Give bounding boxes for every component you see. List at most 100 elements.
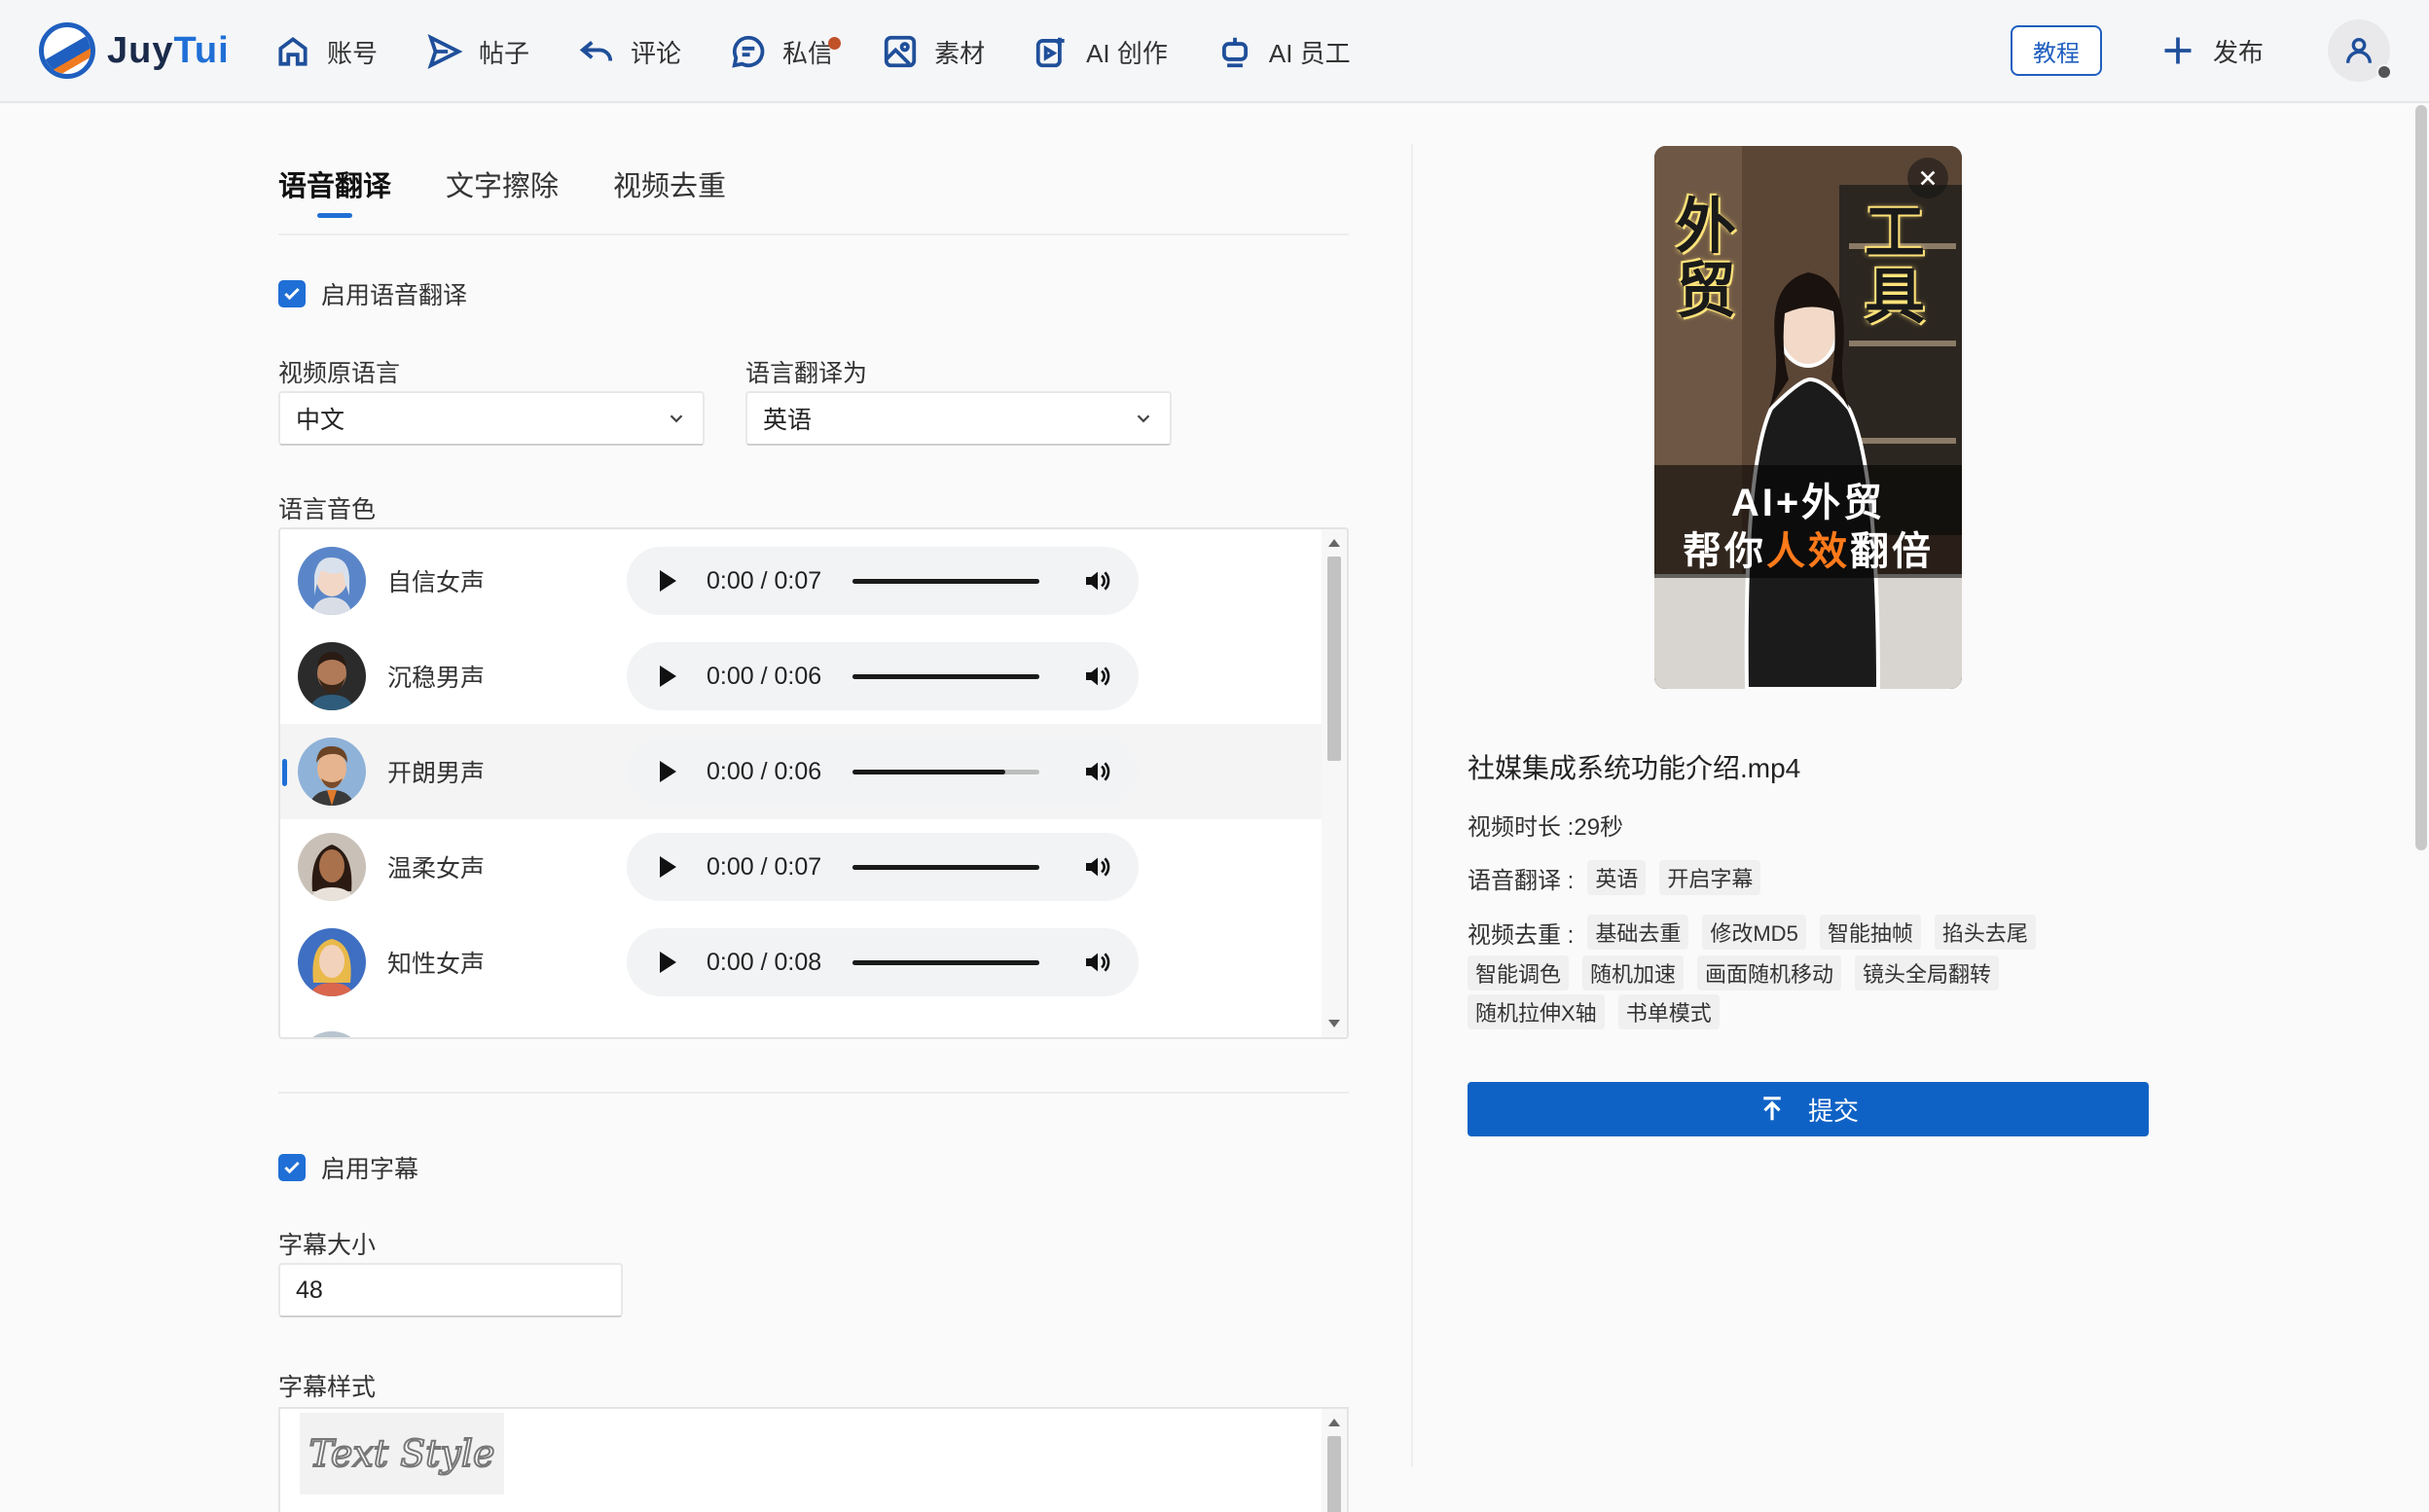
voice-avatar	[298, 642, 366, 710]
audio-progress-slider[interactable]	[852, 769, 1039, 774]
audio-player[interactable]: 0:00 / 0:07	[627, 833, 1139, 901]
user-avatar-button[interactable]	[2328, 19, 2392, 82]
audio-time: 0:00 / 0:07	[707, 852, 822, 881]
audio-progress-slider[interactable]	[852, 578, 1039, 584]
enable-translation-checkbox[interactable]	[278, 280, 306, 307]
scroll-up-arrow-icon[interactable]	[1328, 1419, 1340, 1426]
voice-item-confident-female[interactable]: 自信女声 0:00 / 0:07	[280, 533, 1322, 629]
dedup-summary-row2: 智能调色 随机加速 画面随机移动 镜头全局翻转	[1468, 955, 2012, 990]
audio-progress-slider[interactable]	[852, 959, 1039, 965]
volume-icon[interactable]	[1082, 947, 1113, 978]
audio-player[interactable]: 0:00 / 0:08	[627, 928, 1139, 996]
play-icon[interactable]	[660, 570, 676, 592]
audio-progress-slider[interactable]	[852, 673, 1039, 679]
voice-avatar	[298, 738, 366, 806]
audio-progress-slider[interactable]	[852, 864, 1039, 870]
volume-icon[interactable]	[1082, 661, 1113, 692]
subtitle-style-label: 字幕样式	[278, 1374, 377, 1401]
play-icon[interactable]	[660, 666, 676, 687]
subtitle-style-list: Text Style	[278, 1407, 1349, 1512]
enable-subtitle-row[interactable]: 启用字幕	[278, 1150, 418, 1185]
voice-list-scroll-thumb[interactable]	[1327, 557, 1341, 761]
nav-item-comments[interactable]: 评论	[578, 33, 681, 70]
source-language-label: 视频原语言	[278, 360, 401, 387]
close-preview-button[interactable]	[1907, 158, 1948, 198]
voice-item-partial[interactable]	[280, 1010, 1322, 1037]
tab-video-dedup[interactable]: 视频去重	[613, 163, 726, 224]
page-scrollbar-thumb[interactable]	[2415, 105, 2427, 850]
tabs-divider	[278, 234, 1349, 235]
voice-avatar	[298, 547, 366, 615]
voice-name: 沉稳男声	[387, 665, 486, 692]
tab-text-erase[interactable]: 文字擦除	[446, 163, 559, 224]
play-icon[interactable]	[660, 952, 676, 973]
submit-button[interactable]: 提交	[1468, 1082, 2149, 1136]
summary-tag: 画面随机移动	[1697, 955, 1842, 990]
play-icon[interactable]	[660, 761, 676, 782]
scroll-down-arrow-icon[interactable]	[1328, 1020, 1340, 1027]
target-language-value: 英语	[763, 407, 813, 434]
subtitle-size-input[interactable]: 48	[278, 1263, 623, 1317]
voice-avatar	[298, 1031, 366, 1037]
style-list-scroll-thumb[interactable]	[1327, 1436, 1341, 1512]
dedup-summary: 视频去重 : 基础去重 修改MD5 智能抽帧 掐头去尾	[1468, 915, 2049, 950]
video-preview[interactable]: 外贸 工具 AI+外贸 帮你人效翻倍	[1654, 146, 1962, 689]
play-icon[interactable]	[660, 856, 676, 878]
enable-translation-row[interactable]: 启用语音翻译	[278, 276, 467, 311]
logo-text-primary: Juy	[107, 29, 174, 71]
voice-item-cheerful-male[interactable]: 开朗男声 0:00 / 0:06	[280, 724, 1322, 819]
nav-item-posts[interactable]: 帖子	[426, 33, 529, 70]
robot-icon	[1221, 37, 1248, 68]
voice-name: 自信女声	[387, 569, 486, 596]
app-logo[interactable]: JuyTui	[39, 21, 230, 80]
summary-tag: 掐头去尾	[1934, 915, 2036, 950]
nav-item-account[interactable]: 账号	[274, 33, 378, 70]
voice-list: 自信女声 0:00 / 0:07 沉稳男声 0:00 / 0:06 开朗男声 0…	[278, 527, 1349, 1039]
main-nav: 账号 帖子 评论 私信 素材 AI 创作 AI 员工	[274, 23, 1399, 80]
panel-divider	[1411, 144, 1413, 1467]
chat-icon	[732, 35, 765, 68]
scroll-up-arrow-icon[interactable]	[1328, 539, 1340, 547]
subtitle-style-option[interactable]: Text Style	[300, 1413, 504, 1494]
tool-tabs: 语音翻译 文字擦除 视频去重	[278, 163, 780, 224]
source-language-select[interactable]: 中文	[278, 391, 705, 446]
tab-voice-translation[interactable]: 语音翻译	[278, 163, 391, 224]
summary-tag: 随机拉伸X轴	[1468, 994, 1605, 1029]
voice-item-steady-male[interactable]: 沉稳男声 0:00 / 0:06	[280, 629, 1322, 724]
submit-label: 提交	[1807, 1096, 1859, 1126]
enable-subtitle-label: 启用字幕	[321, 1156, 419, 1183]
source-language-value: 中文	[296, 407, 345, 434]
summary-tag: 随机加速	[1582, 955, 1685, 990]
enable-subtitle-checkbox[interactable]	[278, 1154, 306, 1181]
audio-player[interactable]: 0:00 / 0:06	[627, 642, 1139, 710]
video-caption-right: 工具	[1865, 197, 1926, 332]
publish-button[interactable]: 发布	[2160, 25, 2264, 76]
enable-translation-label: 启用语音翻译	[321, 282, 468, 309]
video-filename: 社媒集成系统功能介绍.mp4	[1468, 753, 1801, 783]
home-icon	[278, 36, 308, 66]
style-list-scrollbar[interactable]	[1322, 1409, 1347, 1512]
voice-label: 语言音色	[278, 496, 377, 523]
voice-item-gentle-female[interactable]: 温柔女声 0:00 / 0:07	[280, 819, 1322, 915]
upload-arrow-icon	[1763, 1097, 1781, 1121]
nav-item-ai-staff[interactable]: AI 员工	[1216, 33, 1351, 70]
status-indicator	[2376, 64, 2392, 80]
nav-item-materials[interactable]: 素材	[882, 33, 985, 70]
volume-icon[interactable]	[1082, 565, 1113, 596]
tutorial-button[interactable]: 教程	[2011, 25, 2102, 76]
summary-tag: 书单模式	[1617, 994, 1720, 1029]
summary-tag: 基础去重	[1587, 915, 1689, 950]
plus-icon	[2164, 37, 2192, 64]
audio-time: 0:00 / 0:07	[707, 566, 822, 594]
close-icon	[1920, 170, 1936, 186]
voice-list-scrollbar[interactable]	[1322, 529, 1347, 1037]
voice-item-intellectual-female[interactable]: 知性女声 0:00 / 0:08	[280, 915, 1322, 1010]
audio-time: 0:00 / 0:06	[707, 757, 822, 785]
volume-icon[interactable]	[1082, 851, 1113, 882]
target-language-select[interactable]: 英语	[745, 391, 1172, 446]
nav-item-ai-create[interactable]: AI 创作	[1033, 33, 1168, 70]
audio-player[interactable]: 0:00 / 0:06	[627, 738, 1139, 806]
nav-item-messages[interactable]: 私信	[730, 33, 842, 70]
volume-icon[interactable]	[1082, 756, 1113, 787]
audio-player[interactable]: 0:00 / 0:07	[627, 547, 1139, 615]
